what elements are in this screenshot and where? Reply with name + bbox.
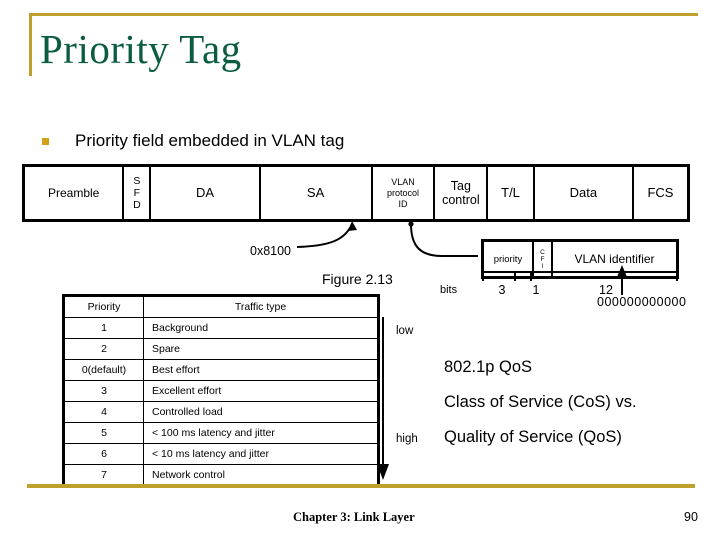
cell-priority: 3 [63, 380, 144, 402]
title-accent-top-rule [29, 13, 698, 16]
cell-traffic-type: Controlled load [143, 401, 379, 423]
column-header-traffic-type: Traffic type [143, 295, 379, 318]
frame-cell-tag-control: Tag control [435, 167, 489, 219]
frame-cell-sfd: S F D [124, 167, 152, 219]
priority-traffic-type-table: Priority Traffic type 1 Background 2 Spa… [62, 294, 380, 488]
frame-cell-preamble: Preamble [25, 167, 125, 219]
title-accent-left-rule [29, 13, 32, 76]
cell-traffic-type: Background [143, 317, 379, 339]
ethertype-hex-label: 0x8100 [250, 244, 292, 258]
cell-priority: 1 [63, 317, 144, 339]
footer-chapter-title: Chapter 3: Link Layer [293, 510, 415, 524]
square-bullet-icon [42, 137, 49, 145]
tag-control-field-label: priority [493, 253, 523, 265]
tag-control-field-vlan-identifier: VLAN identifier [553, 242, 676, 276]
table-row: 3 Excellent effort [63, 380, 379, 402]
cell-traffic-type: < 10 ms latency and jitter [143, 443, 379, 465]
cell-priority: 0(default) [63, 359, 144, 381]
priority-arrow-low-label: low [396, 325, 414, 337]
table-row: 5 < 100 ms latency and jitter [63, 422, 379, 444]
cell-traffic-type: Spare [143, 338, 379, 360]
column-header-priority: Priority [63, 295, 144, 318]
text-class-of-service: Class of Service (CoS) vs. [444, 393, 637, 411]
tag-control-detail-diagram: priority C F I VLAN identifier [481, 239, 679, 279]
page-title: Priority Tag [40, 26, 242, 72]
cell-traffic-type: < 100 ms latency and jitter [143, 422, 379, 444]
cell-priority: 2 [63, 338, 144, 360]
frame-cell-label: FCS [647, 185, 674, 200]
ethernet-frame-diagram: Preamble S F D DA SA VLAN protocol ID Ta… [22, 164, 690, 222]
cell-priority: 5 [63, 422, 144, 444]
text-quality-of-service: Quality of Service (QoS) [444, 428, 622, 446]
tag-control-field-priority: priority [484, 242, 534, 276]
tag-control-field-label: C F I [540, 248, 545, 270]
frame-cell-data: Data [535, 167, 634, 219]
table-row: 0(default) Best effort [63, 359, 379, 381]
text-802-1p-qos: 802.1p QoS [444, 358, 533, 376]
footer-page-number: 90 [684, 510, 698, 524]
frame-cell-type-length: T/L [488, 167, 535, 219]
figure-caption: Figure 2.13 [322, 271, 393, 287]
frame-cell-label: T/L [501, 185, 520, 200]
cell-priority: 6 [63, 443, 144, 465]
frame-cell-label: Data [569, 185, 598, 200]
priority-arrow-high-label: high [396, 433, 418, 445]
table-body: 1 Background 2 Spare 0(default) Best eff… [63, 317, 379, 487]
frame-cell-fcs: FCS [634, 167, 687, 219]
frame-cell-label: VLAN protocol ID [386, 176, 419, 209]
bits-count-priority: 3 [498, 283, 506, 297]
leader-line-ethertype [296, 223, 353, 248]
frame-cell-da: DA [151, 167, 261, 219]
frame-cell-sa: SA [261, 167, 373, 219]
tag-control-field-label: VLAN identifier [574, 252, 655, 266]
cell-priority: 4 [63, 401, 144, 423]
table-row: 1 Background [63, 317, 379, 339]
bits-count-cfi: 1 [532, 283, 540, 297]
frame-cell-label: SA [306, 185, 325, 200]
frame-cell-label: S F D [133, 175, 141, 211]
tag-control-field-cfi: C F I [534, 242, 554, 276]
cell-traffic-type: Excellent effort [143, 380, 379, 402]
footer-accent-rule [27, 484, 695, 488]
leader-dot-tagcontrol [408, 221, 414, 227]
frame-cell-label: Tag control [442, 179, 480, 207]
frame-cell-vlan-protocol-id: VLAN protocol ID [373, 167, 436, 219]
bullet-label: Priority field embedded in VLAN tag [75, 131, 345, 150]
bits-axis-label: bits [440, 284, 458, 296]
table-header: Priority Traffic type [63, 295, 379, 318]
slide-canvas: Priority Tag Priority field embedded in … [0, 0, 720, 540]
leader-arrowhead-ethertype [348, 221, 357, 231]
table-row: 2 Spare [63, 338, 379, 360]
vlan-identifier-value: 000000000000 [597, 295, 687, 309]
bullet-row: Priority field embedded in VLAN tag [42, 131, 344, 151]
leader-line-tagcontrol [410, 223, 478, 257]
frame-cell-label: Preamble [47, 185, 100, 200]
table-row: 4 Controlled load [63, 401, 379, 423]
cell-traffic-type: Best effort [143, 359, 379, 381]
table-row: 6 < 10 ms latency and jitter [63, 443, 379, 465]
frame-cell-label: DA [196, 185, 215, 200]
table-header-row: Priority Traffic type [63, 295, 379, 318]
